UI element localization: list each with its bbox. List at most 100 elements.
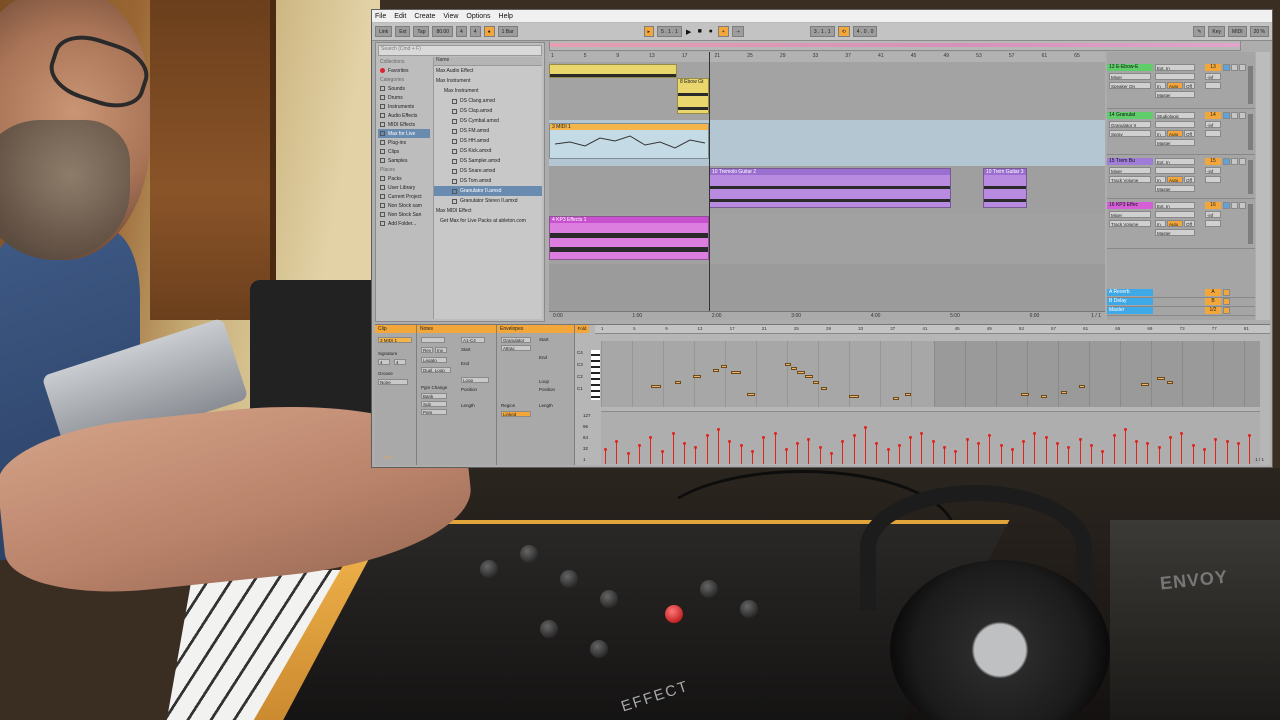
midi-note[interactable] <box>797 371 805 374</box>
velocity-stem[interactable] <box>988 434 992 464</box>
audio-clip-kp3[interactable]: 4 KP3 Effects 1 <box>549 216 709 260</box>
monitor-in-button[interactable]: In <box>1155 176 1166 183</box>
track-fold-button[interactable] <box>1239 158 1246 165</box>
velocity-stem[interactable] <box>1236 442 1240 464</box>
invert-button[interactable]: Inv <box>435 347 447 353</box>
velocity-stem[interactable] <box>784 448 788 464</box>
velocity-stem[interactable] <box>1180 432 1184 464</box>
velocity-stem[interactable] <box>1112 434 1116 464</box>
velocity-stem[interactable] <box>1191 444 1195 464</box>
notes-tab[interactable]: Notes <box>417 325 496 333</box>
velocity-stem[interactable] <box>660 450 664 464</box>
arrangement-view[interactable]: 1 5 9 13 17 21 25 29 33 37 41 45 49 53 57 61 65 8 Ebow G… <box>549 52 1105 320</box>
monitor-auto-button[interactable]: Auto <box>1167 176 1183 183</box>
input-channel-select[interactable] <box>1155 73 1195 80</box>
track-name-button[interactable]: 16 KP3 Effec <box>1107 202 1153 209</box>
arrangement-overview[interactable] <box>549 40 1241 51</box>
velocity-stem[interactable] <box>762 436 766 464</box>
sidebar-item-place[interactable]: Current Project <box>378 192 430 201</box>
monitor-off-button[interactable]: Off <box>1184 176 1195 183</box>
velocity-stem[interactable] <box>671 432 675 464</box>
key-map-button[interactable]: Key <box>1208 26 1226 37</box>
velocity-stem[interactable] <box>1101 450 1105 464</box>
velocity-stem[interactable] <box>1067 446 1071 464</box>
launch-icon[interactable]: ● ● <box>385 455 392 460</box>
input-channel-select[interactable] <box>1155 121 1195 128</box>
clip-sig-den[interactable]: 4 <box>394 359 406 365</box>
volume-field[interactable]: -inf <box>1205 121 1221 128</box>
sidebar-item-place[interactable]: Non Stock San <box>378 210 430 219</box>
return-solo-button[interactable] <box>1223 298 1230 305</box>
monitor-auto-button[interactable]: Auto <box>1167 220 1183 227</box>
sidebar-item-category[interactable]: Sounds <box>378 84 430 93</box>
vertical-scrollbar[interactable] <box>1256 52 1270 320</box>
velocity-stem[interactable] <box>943 446 946 464</box>
browser-file-item[interactable]: DS Kick.amxd <box>434 146 542 156</box>
envelopes-tab[interactable]: Envelopes <box>497 325 574 333</box>
solo-button[interactable] <box>1223 112 1230 119</box>
velocity-stem[interactable] <box>1033 432 1037 464</box>
midi-note-editor[interactable]: Fold 1 5 9 13 17 21 25 29 33 37 41 45 49 53 57 61 65 69 73… <box>575 325 1270 465</box>
menu-item-create[interactable]: Create <box>414 13 435 20</box>
parameter-chooser[interactable]: Speaker On <box>1109 82 1151 89</box>
sidebar-item-category[interactable]: Clips <box>378 147 430 156</box>
solo-button[interactable] <box>1223 202 1230 209</box>
midi-note[interactable] <box>651 385 661 388</box>
midi-note[interactable] <box>849 395 859 398</box>
fold-button[interactable]: Fold <box>575 325 589 333</box>
velocity-stem[interactable] <box>1135 440 1139 464</box>
velocity-stem[interactable] <box>1044 436 1048 464</box>
automation-arm-button[interactable]: ⇢ <box>731 26 744 37</box>
track-fold-button[interactable] <box>1239 112 1246 119</box>
midi-note[interactable] <box>731 371 741 374</box>
arm-button[interactable] <box>1231 158 1238 165</box>
midi-note[interactable] <box>1157 377 1165 380</box>
output-select[interactable]: Master <box>1155 139 1195 146</box>
velocity-stem[interactable] <box>1078 438 1082 464</box>
output-select[interactable]: Master <box>1155 229 1195 236</box>
pan-field[interactable] <box>1205 82 1221 89</box>
stop-icon[interactable]: ■ <box>696 28 704 36</box>
groove-select[interactable]: None <box>378 379 408 385</box>
solo-button[interactable] <box>1223 158 1230 165</box>
parameter-chooser[interactable]: Spray <box>1109 130 1151 137</box>
velocity-stem[interactable] <box>1225 440 1229 464</box>
name-column-header[interactable]: Name <box>434 57 542 66</box>
sidebar-item-category[interactable]: Drums <box>378 93 430 102</box>
time-signature-den[interactable]: 4 <box>469 26 481 37</box>
solo-button[interactable] <box>1223 64 1230 71</box>
input-channel-select[interactable] <box>1155 211 1195 218</box>
linked-button[interactable]: Linked <box>501 411 531 417</box>
track-lane-2[interactable]: 3 MIDI 1 <box>549 120 1105 167</box>
browser-file-item[interactable]: Max Audio Effect <box>434 66 542 76</box>
sidebar-item-category[interactable]: Audio Effects <box>378 111 430 120</box>
metronome-button[interactable]: ● <box>483 26 495 37</box>
velocity-stem[interactable] <box>717 428 720 464</box>
velocity-stem[interactable] <box>739 444 743 464</box>
browser-file-item[interactable]: DS Clang.amxd <box>434 96 542 106</box>
track-name-button[interactable]: 13 E-Ebow-E <box>1107 64 1153 71</box>
velocity-stem[interactable] <box>1157 446 1161 464</box>
browser-file-item[interactable]: Max MIDI Effect <box>434 206 542 216</box>
midi-note[interactable] <box>675 381 681 384</box>
volume-field[interactable]: -inf <box>1205 73 1221 80</box>
browser-file-item[interactable]: DS HH.amxd <box>434 136 542 146</box>
velocity-stem[interactable] <box>615 440 619 464</box>
arm-button[interactable] <box>1231 64 1238 71</box>
browser-file-item[interactable]: DS Sampler.amxd <box>434 156 542 166</box>
midi-note[interactable] <box>713 369 719 372</box>
note-range-field[interactable]: A1-C4 <box>461 337 485 343</box>
velocity-stem[interactable] <box>1056 442 1059 464</box>
midi-note[interactable] <box>893 397 899 400</box>
browser-file-item[interactable]: Max Instrument <box>434 86 542 96</box>
velocity-stem[interactable] <box>1248 434 1252 464</box>
input-type-select[interactable]: Ext. In <box>1155 158 1195 165</box>
input-type-select[interactable]: Ext. In <box>1155 64 1195 71</box>
midi-note[interactable] <box>721 365 727 368</box>
track-lane-4[interactable]: 4 KP3 Effects 1 <box>549 214 1105 265</box>
velocity-stem[interactable] <box>705 434 709 464</box>
browser-file-item[interactable]: Granulator Stereo II.amxd <box>434 196 542 206</box>
browser-file-item[interactable]: DS Cymbal.amxd <box>434 116 542 126</box>
ext-sync-button[interactable]: Ext <box>395 26 411 37</box>
play-icon[interactable]: ▶ <box>685 28 693 36</box>
